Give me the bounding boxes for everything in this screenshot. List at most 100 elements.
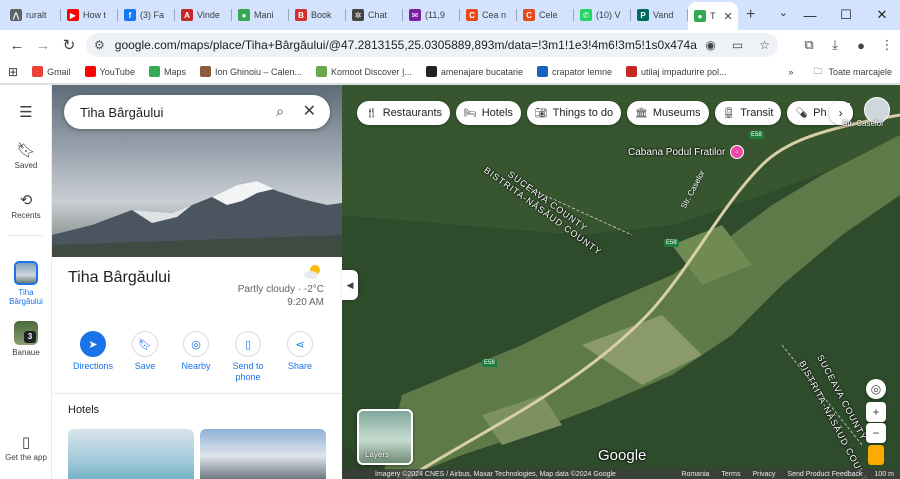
browser-tab[interactable]: B Book xyxy=(289,2,346,28)
bookmarks-more-button[interactable]: » xyxy=(788,67,793,77)
bookmark-favicon-icon xyxy=(84,66,96,77)
collapse-panel-button[interactable]: ◀ xyxy=(342,270,358,300)
bookmark-item[interactable]: YouTube xyxy=(84,66,135,77)
site-info-icon[interactable]: ⚙ xyxy=(94,38,105,52)
browser-tab[interactable]: ● T ✕ xyxy=(688,2,738,30)
close-icon[interactable]: ✕ xyxy=(303,101,316,121)
browser-tab[interactable]: ● Mani xyxy=(232,2,289,28)
browser-tab[interactable]: A Vinde xyxy=(175,2,232,28)
footer-country-link[interactable]: Romania xyxy=(681,471,709,478)
bookmark-label: Ion Ghinoiu – Calen... xyxy=(214,66,303,77)
layers-button[interactable]: Layers xyxy=(357,409,413,465)
bookmark-item[interactable]: crapator lemne xyxy=(536,66,612,77)
menu-kebab-icon[interactable]: ⋮ xyxy=(874,37,900,53)
street-view-pegman-icon[interactable] xyxy=(868,445,884,465)
tab-strip: ⋀ ruralt ▶ How t f (3) Fa A Vinde ● Mani B Book ✲ Cha… xyxy=(0,0,900,30)
chip-restaurants[interactable]: 🍴︎ Restaurants xyxy=(357,101,451,125)
close-tab-icon[interactable]: ✕ xyxy=(724,10,733,23)
footer-feedback-link[interactable]: Send Product Feedback xyxy=(787,471,862,478)
count-badge: 3 xyxy=(24,331,36,343)
bookmark-label: crapator lemne xyxy=(551,66,612,77)
place-thumbnail xyxy=(14,261,38,285)
send-to-phone-button[interactable]: ▯ Send to phone xyxy=(220,331,276,383)
place-title: Tiha Bârgăului xyxy=(68,269,171,286)
reload-icon[interactable]: ↻ xyxy=(56,36,82,54)
minimize-button[interactable]: — xyxy=(792,8,828,23)
weather-info: Partly cloudy · -2°C 9:20 AM xyxy=(238,283,324,309)
location-icon[interactable]: ◉ xyxy=(705,38,715,52)
zoom-out-button[interactable]: − xyxy=(866,423,886,443)
browser-tab[interactable]: ⋀ ruralt xyxy=(4,2,61,28)
bookmark-item[interactable]: utilaj impadurire pol... xyxy=(626,66,727,77)
save-button[interactable]: 🔖︎ Save xyxy=(117,331,173,372)
bookmark-item[interactable]: Maps xyxy=(148,66,186,77)
chip-label: Museums xyxy=(652,107,701,119)
install-app-icon[interactable]: ▭ xyxy=(732,38,743,52)
rail-recents-button[interactable]: ⟲ Recents xyxy=(0,191,52,220)
forward-arrow-icon[interactable]: → xyxy=(30,37,56,54)
restaurant-icon: 🍴︎ xyxy=(365,107,378,119)
directions-button[interactable]: ➤ Directions xyxy=(65,331,121,372)
my-location-button[interactable]: ◎ xyxy=(866,379,886,399)
map-canvas[interactable]: 🍴︎ Restaurants 🛏︎ Hotels 📷︎ Things to do 🏛︎… xyxy=(342,85,900,479)
search-input[interactable] xyxy=(80,104,260,120)
layers-label: Layers xyxy=(365,450,390,459)
browser-tab[interactable]: ✆ (10) V xyxy=(574,2,631,28)
bookmark-item[interactable]: Ion Ghinoiu – Calen... xyxy=(199,66,303,77)
bookmark-icon: 🔖︎ xyxy=(16,142,36,159)
nearby-button[interactable]: ◎ Nearby xyxy=(168,331,224,372)
bookmark-item[interactable]: Komoot Discover |... xyxy=(316,66,412,77)
browser-tab[interactable]: f (3) Fa xyxy=(118,2,175,28)
map-footer: Imagery ©2024 CNES / Airbus, Maxar Techn… xyxy=(342,469,900,479)
browser-tab[interactable]: ▶ How t xyxy=(61,2,118,28)
apps-grid-icon[interactable]: ⊞ xyxy=(8,65,18,79)
maximize-button[interactable]: ☐ xyxy=(828,7,864,23)
rail-place-banaue[interactable]: 3 Banaue xyxy=(0,321,52,357)
chip-transit[interactable]: 🚆︎ Transit xyxy=(714,101,782,125)
tab-favicon-icon: ⋀ xyxy=(10,9,22,21)
all-bookmarks-link[interactable]: Toate marcajele xyxy=(828,67,892,77)
extensions-icon[interactable]: ⧉ xyxy=(796,37,822,53)
chip-museums[interactable]: 🏛︎ Museums xyxy=(627,101,709,125)
action-label: Directions xyxy=(72,361,113,371)
browser-tab[interactable]: ✉ (11,9 xyxy=(403,2,460,28)
action-label: Share xyxy=(287,361,313,371)
tab-search-icon[interactable]: ⌄ xyxy=(779,6,788,19)
address-bar[interactable]: ⚙ google.com/maps/place/Tiha+Bârgăului/@… xyxy=(86,33,778,57)
bookmark-item[interactable]: Gmail xyxy=(32,66,71,77)
chip-things-to-do[interactable]: 📷︎ Things to do xyxy=(526,101,622,125)
browser-tab[interactable]: ✲ Chat xyxy=(346,2,403,28)
minus-icon: − xyxy=(872,426,880,440)
rail-saved-button[interactable]: 🔖︎ Saved xyxy=(0,141,52,170)
rail-place-tiha[interactable]: Tiha Bârgăului xyxy=(0,261,52,306)
zoom-in-button[interactable]: + xyxy=(866,402,886,422)
bookmark-label: amenajare bucatarie xyxy=(440,66,523,77)
close-window-button[interactable]: ✕ xyxy=(864,7,900,23)
chip-hotels[interactable]: 🛏︎ Hotels xyxy=(456,101,521,125)
footer-terms-link[interactable]: Terms xyxy=(721,471,740,478)
hamburger-menu-button[interactable]: ☰ xyxy=(0,103,52,123)
chip-label: Hotels xyxy=(481,107,513,119)
share-button[interactable]: ⋖ Share xyxy=(272,331,328,372)
hotel-card-photo[interactable] xyxy=(200,429,326,479)
browser-tab[interactable]: P Vand xyxy=(631,2,688,28)
footer-privacy-link[interactable]: Privacy xyxy=(752,471,775,478)
hotel-card-photo[interactable] xyxy=(68,429,194,479)
browser-tab[interactable]: C Cele xyxy=(517,2,574,28)
scale-bar[interactable]: 100 m xyxy=(875,471,894,478)
bookmark-label: Gmail xyxy=(47,66,71,77)
search-icon[interactable]: ⌕ xyxy=(276,103,284,120)
back-arrow-icon[interactable]: ← xyxy=(4,37,30,54)
profile-avatar[interactable]: ● xyxy=(848,38,874,53)
search-box[interactable]: ⌕ ✕ xyxy=(64,95,330,129)
browser-tab[interactable]: C Cea n xyxy=(460,2,517,28)
google-apps-icon[interactable]: ⣿ xyxy=(842,101,852,118)
bookmark-item[interactable]: amenajare bucatarie xyxy=(425,66,523,77)
lodging-pin-icon[interactable]: ⌂ xyxy=(730,145,744,159)
poi-label[interactable]: Cabana Podul Fratilor xyxy=(628,147,725,158)
download-icon[interactable]: ⤓ xyxy=(822,37,848,53)
get-app-button[interactable]: ▯ Get the app xyxy=(0,433,52,462)
url-text[interactable]: google.com/maps/place/Tiha+Bârgăului/@47… xyxy=(115,38,698,52)
bookmark-star-icon[interactable]: ☆ xyxy=(759,38,770,52)
new-tab-button[interactable]: + xyxy=(738,2,763,28)
